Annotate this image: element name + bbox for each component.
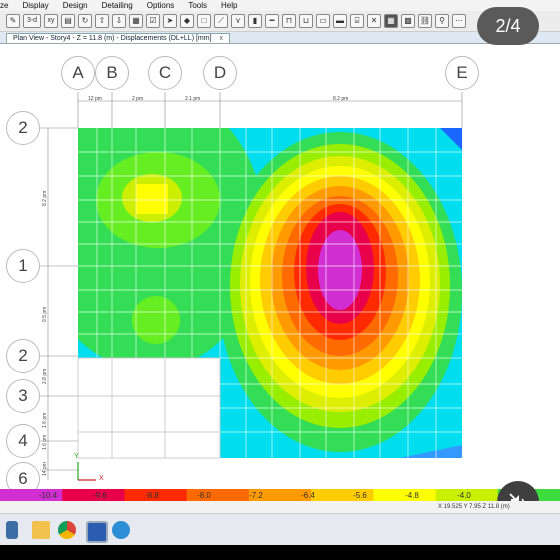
plan-canvas[interactable]: A B C D E 2 1 2 3 4 6 12 pm 2 pm 2.1 pm …: [0, 44, 560, 496]
legend-tick-label: -10.4: [39, 491, 58, 500]
menu-view[interactable]: ze: [0, 1, 8, 10]
move-down-icon[interactable]: ⇩: [112, 14, 126, 28]
deck-icon[interactable]: ⌸: [350, 14, 364, 28]
legend-tick-label: -5.6: [353, 491, 367, 500]
menu-options[interactable]: Options: [147, 1, 175, 10]
cursor-coordinates: X 19.525 Y 7.95 Z 11.8 (m): [438, 504, 510, 510]
legend-tick-label: -7.2: [249, 491, 263, 500]
brace-icon[interactable]: ⋎: [231, 14, 245, 28]
taskbar: [0, 513, 560, 546]
contour-plot: [40, 92, 463, 481]
legend-tick-label: -4.8: [405, 491, 419, 500]
row-spacing-4: 1.6 pm: [42, 412, 48, 428]
grid-display-icon[interactable]: ▦: [384, 14, 398, 28]
menu-tools[interactable]: Tools: [188, 1, 207, 10]
opening-icon[interactable]: ▭: [316, 14, 330, 28]
page-indicator: 2/4: [477, 7, 539, 45]
row-spacing-6: 14 pm: [42, 462, 48, 476]
move-up-icon[interactable]: ⇧: [95, 14, 109, 28]
wall-icon[interactable]: ⊔: [299, 14, 313, 28]
spring-icon[interactable]: ⚲: [435, 14, 449, 28]
select-icon[interactable]: ▦: [129, 14, 143, 28]
pointer-icon[interactable]: ➤: [163, 14, 177, 28]
col-spacing-ab: 12 pm: [88, 96, 102, 102]
row-spacing-5: 1.6 pm: [42, 434, 48, 450]
slab-icon[interactable]: ▬: [333, 14, 347, 28]
legend-tick-label: -8.8: [145, 491, 159, 500]
file-explorer-icon[interactable]: [6, 521, 18, 539]
legend-tick-label: -6.4: [301, 491, 315, 500]
tab-plan-view[interactable]: Plan View - Story4 - Z = 11.8 (m) - Disp…: [6, 33, 231, 43]
rectangle-select-icon[interactable]: □: [197, 14, 211, 28]
col-spacing-bc: 2 pm: [132, 96, 144, 102]
col-spacing-de: 8.2 pm: [333, 96, 349, 102]
grid-bubble-row-2: 2: [6, 339, 40, 373]
rotate-icon[interactable]: ↻: [78, 14, 92, 28]
safe-icon[interactable]: [112, 521, 130, 539]
etabs-icon[interactable]: [86, 521, 108, 543]
row-spacing-2: 9.5 pm: [42, 306, 48, 322]
row-spacing-3: 2.8 pm: [42, 368, 48, 384]
axis-indicator: [77, 462, 96, 481]
color-legend: -10.4 -9.6 -8.8 -8.0 -7.2 -6.4 -5.6 -4.8 -4.0: [0, 488, 560, 501]
menu-detailing[interactable]: Detailing: [102, 1, 133, 10]
menu-display[interactable]: Display: [22, 1, 48, 10]
menu-design[interactable]: Design: [63, 1, 88, 10]
grid-bubble-row-2-top: 2: [6, 111, 40, 145]
grid-bubble-b: B: [95, 56, 129, 90]
view-3d-button[interactable]: 3-d: [23, 14, 41, 28]
col-spacing-cd: 2.1 pm: [185, 96, 201, 102]
draw-icon[interactable]: ▩: [401, 14, 415, 28]
view-xy-button[interactable]: xy: [44, 14, 58, 28]
elevation-icon[interactable]: ▤: [61, 14, 75, 28]
column-icon[interactable]: ▮: [248, 14, 262, 28]
shape-icon[interactable]: ◆: [180, 14, 194, 28]
grid-bubble-row-3: 3: [6, 379, 40, 413]
menu-help[interactable]: Help: [221, 1, 237, 10]
axis-x-label: X: [99, 475, 104, 482]
menu-bar: ze Display Design Detailing Options Tool…: [0, 0, 560, 11]
grid-bubble-row-4: 4: [6, 424, 40, 458]
grid-bubble-d: D: [203, 56, 237, 90]
joint-icon[interactable]: ✕: [367, 14, 381, 28]
axis-y-label: Y: [74, 453, 79, 460]
line-icon[interactable]: ⟋: [214, 14, 228, 28]
legend-tick-label: -9.6: [93, 491, 107, 500]
legend-bar: -10.4 -9.6 -8.8 -8.0 -7.2 -6.4 -5.6 -4.8 -4.0: [0, 489, 560, 501]
legend-swatch: [186, 489, 250, 501]
grid-bubble-e: E: [445, 56, 479, 90]
more-icon[interactable]: ⋯: [452, 14, 466, 28]
grid-bubble-c: C: [148, 56, 182, 90]
frame-icon[interactable]: ⊓: [282, 14, 296, 28]
legend-tick-label: -4.0: [457, 491, 471, 500]
grid-bubble-a: A: [61, 56, 95, 90]
status-bar: X 19.525 Y 7.95 Z 11.8 (m): [0, 501, 560, 513]
toolbar: ✎ 3-d xy ▤ ↻ ⇧ ⇩ ▦ ☑ ➤ ◆ □ ⟋ ⋎ ▮ ━ ⊓ ⊔ ▭…: [0, 11, 560, 32]
bottom-bar: [0, 545, 560, 560]
grid-bubble-row-1: 1: [6, 249, 40, 283]
link-icon[interactable]: ⛓: [418, 14, 432, 28]
chrome-icon[interactable]: [58, 521, 76, 539]
beam-icon[interactable]: ━: [265, 14, 279, 28]
tab-bar: Plan View - Story4 - Z = 11.8 (m) - Disp…: [0, 32, 560, 44]
folder-icon[interactable]: [32, 521, 50, 539]
close-icon[interactable]: x: [220, 35, 224, 42]
row-spacing-1: 8.2 pm: [42, 190, 48, 206]
legend-tick-label: -8.0: [197, 491, 211, 500]
checkbox-icon[interactable]: ☑: [146, 14, 160, 28]
edit-icon[interactable]: ✎: [6, 14, 20, 28]
tab-title: Plan View - Story4 - Z = 11.8 (m) - Disp…: [13, 35, 212, 42]
